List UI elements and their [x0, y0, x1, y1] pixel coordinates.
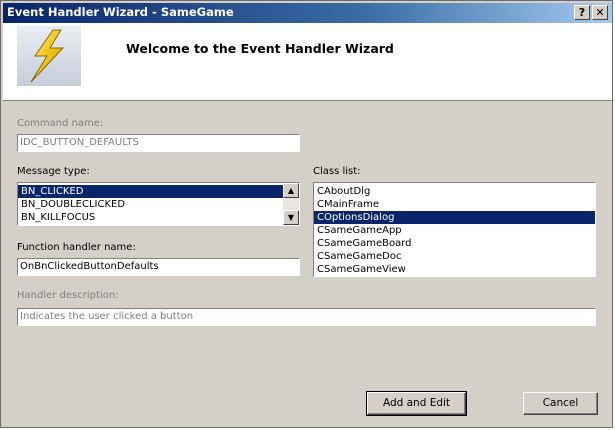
message-type-label: Message type: [17, 166, 90, 177]
class-list-listbox[interactable]: CAboutDlg CMainFrame COptionsDialog CSam… [313, 182, 596, 277]
message-type-item-bn-doubleclicked[interactable]: BN_DOUBLECLICKED [18, 198, 299, 211]
class-list-item-csamegameview[interactable]: CSameGameView [314, 263, 595, 276]
close-button[interactable]: ✕ [592, 5, 608, 20]
function-handler-name-label: Function handler name: [17, 242, 136, 253]
scroll-up-button[interactable]: ▲ [283, 183, 299, 198]
class-list-item-caboutdlg[interactable]: CAboutDlg [314, 185, 595, 198]
class-list-item-csamegameboard[interactable]: CSameGameBoard [314, 237, 595, 250]
wizard-title: Welcome to the Event Handler Wizard [126, 41, 394, 56]
lightning-bolt-icon [17, 26, 81, 86]
message-type-scrollbar[interactable]: ▲ ▼ [283, 183, 299, 225]
message-type-item-bn-killfocus[interactable]: BN_KILLFOCUS [18, 211, 299, 224]
message-type-item-bn-clicked[interactable]: BN_CLICKED [18, 185, 299, 198]
cancel-button[interactable]: Cancel [523, 392, 598, 415]
class-list-item-coptionsdialog[interactable]: COptionsDialog [314, 211, 595, 224]
message-type-listbox[interactable]: BN_CLICKED BN_DOUBLECLICKED BN_KILLFOCUS… [17, 182, 300, 226]
command-name-field: IDC_BUTTON_DEFAULTS [17, 134, 300, 152]
class-list-item-csamegamedoc[interactable]: CSameGameDoc [314, 250, 595, 263]
command-name-label: Command name: [17, 118, 104, 129]
scroll-down-button[interactable]: ▼ [283, 210, 299, 225]
class-list-item-cmainframe[interactable]: CMainFrame [314, 198, 595, 211]
class-list-item-csamegameapp[interactable]: CSameGameApp [314, 224, 595, 237]
title-bar[interactable]: Event Handler Wizard - SameGame ? ✕ [3, 3, 612, 23]
class-list-label: Class list: [313, 166, 361, 177]
window-title: Event Handler Wizard - SameGame [7, 5, 234, 19]
add-and-edit-button[interactable]: Add and Edit [366, 391, 467, 416]
handler-description-field: Indicates the user clicked a button [17, 308, 596, 326]
wizard-header: Welcome to the Event Handler Wizard [3, 23, 612, 101]
help-button[interactable]: ? [574, 5, 590, 20]
event-handler-wizard-window: Event Handler Wizard - SameGame ? ✕ Welc… [0, 0, 613, 428]
function-handler-name-input[interactable]: OnBnClickedButtonDefaults [17, 258, 300, 276]
handler-description-label: Handler description: [17, 290, 119, 301]
